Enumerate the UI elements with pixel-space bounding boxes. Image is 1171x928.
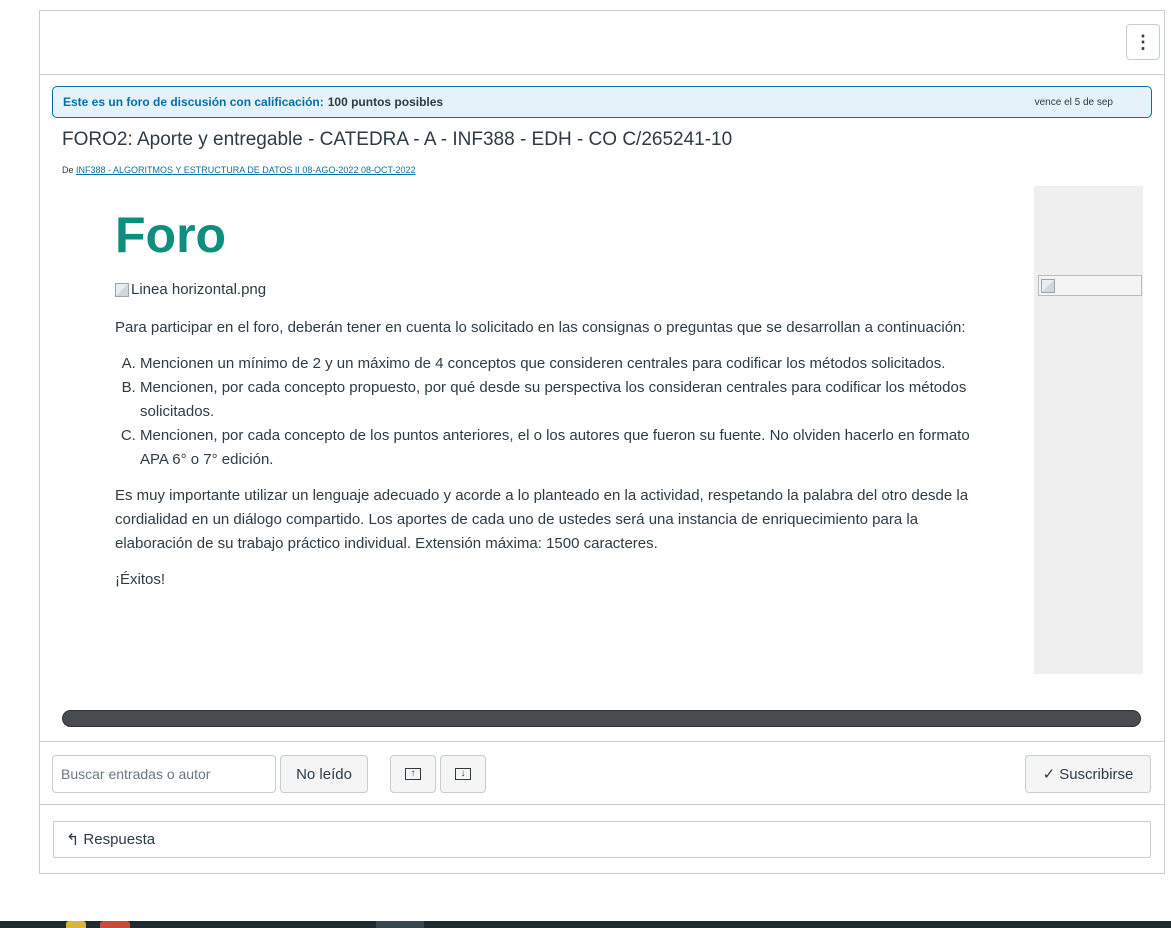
list-item: Mencionen un mínimo de 2 y un máximo de … xyxy=(140,352,975,376)
content-heading: Foro xyxy=(115,207,227,263)
course-link[interactable]: INF388 - ALGORITMOS Y ESTRUCTURA DE DATO… xyxy=(76,165,415,175)
topic-content: Foro Linea horizontal.png Para participa… xyxy=(115,197,975,592)
list-item: Mencionen, por cada concepto propuesto, … xyxy=(140,376,975,424)
subscribe-label: Suscribirse xyxy=(1059,765,1134,783)
arrow-down-box-icon: ↓ xyxy=(455,768,471,780)
instructions-list: Mencionen un mínimo de 2 y un máximo de … xyxy=(115,352,975,472)
taskbar-app-icon[interactable] xyxy=(100,921,130,928)
taskbar-app-icon[interactable] xyxy=(376,921,424,928)
subscribe-button[interactable]: ✓ Suscribirse xyxy=(1025,755,1151,793)
topic-title: FORO2: Aporte y entregable - CATEDRA - A… xyxy=(62,129,733,150)
list-item: Mencionen, por cada concepto de los punt… xyxy=(140,424,975,472)
broken-image-icon xyxy=(1041,279,1055,293)
kebab-vertical-icon[interactable]: ⋮ xyxy=(1126,24,1160,60)
image-alt-text: Linea horizontal.png xyxy=(131,281,267,298)
intro-paragraph: Para participar en el foro, deberán tene… xyxy=(115,319,966,336)
check-icon: ✓ xyxy=(1042,766,1056,783)
search-input[interactable] xyxy=(52,755,276,793)
from-prefix: De xyxy=(62,165,74,175)
unread-filter-button[interactable]: No leído xyxy=(280,755,368,793)
reply-label: Respuesta xyxy=(83,831,156,848)
banner-label: Este es un foro de discusión con calific… xyxy=(63,95,324,109)
arrow-up-box-icon: ↑ xyxy=(405,768,421,780)
signoff: ¡Éxitos! xyxy=(115,571,166,588)
banner-points: 100 puntos posibles xyxy=(327,95,444,109)
expand-all-button[interactable]: ↑ xyxy=(390,755,436,793)
discussion-header: ⋮ xyxy=(40,11,1164,75)
from-course-line: De INF388 - ALGORITMOS Y ESTRUCTURA DE D… xyxy=(62,165,415,175)
discussion-toolbar: No leído ↑ ↓ ✓ Suscribirse xyxy=(40,741,1164,805)
discussion-card: ⋮ Este es un foro de discusión con calif… xyxy=(39,10,1165,874)
horizontal-scrollbar[interactable] xyxy=(62,710,1141,727)
reply-button[interactable]: ↰ Respuesta xyxy=(53,821,1151,858)
due-date: vence el 5 de sep xyxy=(1034,96,1113,108)
broken-image: Linea horizontal.png xyxy=(115,281,975,298)
collapse-all-button[interactable]: ↓ xyxy=(440,755,486,793)
broken-image-icon xyxy=(115,282,129,297)
os-taskbar xyxy=(0,921,1171,928)
reply-arrow-icon: ↰ xyxy=(66,831,80,849)
closing-paragraph: Es muy importante utilizar un lenguaje a… xyxy=(115,487,969,552)
taskbar-app-icon[interactable] xyxy=(66,921,86,928)
side-panel xyxy=(1034,186,1143,674)
side-broken-image xyxy=(1038,275,1142,296)
graded-discussion-banner: Este es un foro de discusión con calific… xyxy=(52,86,1152,118)
